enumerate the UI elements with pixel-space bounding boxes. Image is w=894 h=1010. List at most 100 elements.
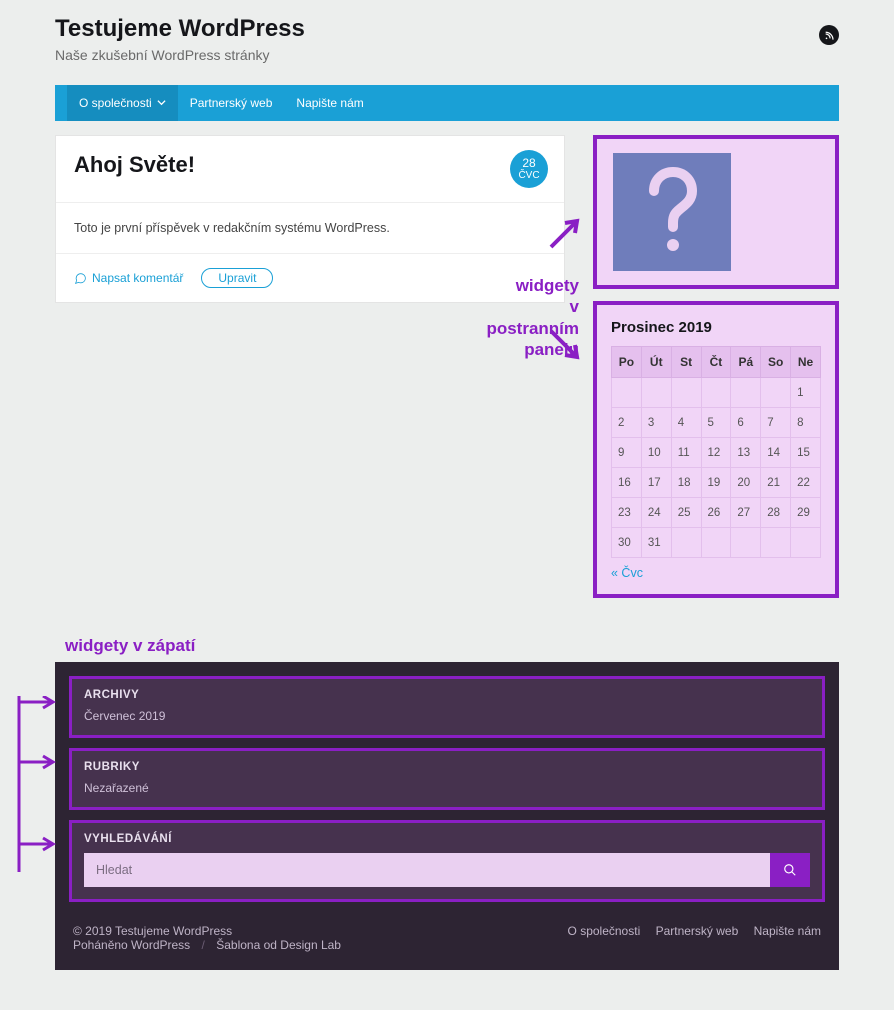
separator: / — [202, 938, 205, 952]
calendar-cell[interactable]: 10 — [641, 438, 671, 468]
post-date-month: ČVC — [518, 171, 539, 181]
calendar-cell[interactable]: 13 — [731, 438, 761, 468]
comment-link[interactable]: Napsat komentář — [74, 271, 183, 285]
calendar-cell[interactable]: 5 — [701, 408, 731, 438]
placeholder-image — [613, 153, 731, 271]
calendar-day-header: Ne — [791, 347, 821, 378]
footer-widget-search: VYHLEDÁVÁNÍ — [69, 820, 825, 902]
category-link[interactable]: Nezařazené — [84, 781, 810, 795]
calendar-cell[interactable]: 4 — [671, 408, 701, 438]
calendar-cell[interactable]: 27 — [731, 498, 761, 528]
annotation-arrow-icon — [547, 327, 581, 361]
calendar-cell[interactable]: 1 — [791, 378, 821, 408]
calendar-cell — [612, 378, 642, 408]
footer-nav-link[interactable]: Partnerský web — [656, 924, 739, 938]
calendar-cell[interactable]: 31 — [641, 528, 671, 558]
calendar-day-header: Čt — [701, 347, 731, 378]
sidebar-widget-calendar: Prosinec 2019 PoÚtStČtPáSoNe 12345678910… — [593, 301, 839, 598]
calendar-day-header: Pá — [731, 347, 761, 378]
calendar-day-header: So — [761, 347, 791, 378]
footer-widget-categories: RUBRIKY Nezařazené — [69, 748, 825, 810]
annotation-footer-text: widgety v zápatí — [65, 636, 839, 656]
post-date-day: 28 — [522, 157, 535, 169]
calendar-cell[interactable]: 11 — [671, 438, 701, 468]
calendar-cell[interactable]: 18 — [671, 468, 701, 498]
rss-icon[interactable] — [819, 25, 839, 45]
annotation-text: widgety — [516, 276, 579, 295]
calendar-table: PoÚtStČtPáSoNe 1234567891011121314151617… — [611, 346, 821, 558]
calendar-cell — [791, 528, 821, 558]
calendar-cell[interactable]: 19 — [701, 468, 731, 498]
nav-item-label: O společnosti — [79, 96, 152, 110]
calendar-cell[interactable]: 14 — [761, 438, 791, 468]
nav-item-about[interactable]: O společnosti — [67, 85, 178, 121]
copyright-text: © 2019 Testujeme WordPress — [73, 924, 341, 938]
calendar-cell[interactable]: 30 — [612, 528, 642, 558]
archive-link[interactable]: Červenec 2019 — [84, 709, 810, 723]
widget-title: RUBRIKY — [84, 761, 810, 773]
calendar-day-header: Út — [641, 347, 671, 378]
calendar-cell[interactable]: 15 — [791, 438, 821, 468]
calendar-day-header: St — [671, 347, 701, 378]
widget-title: VYHLEDÁVÁNÍ — [84, 833, 810, 845]
annotation-footer-bracket-icon — [11, 696, 57, 896]
footer-nav-link[interactable]: O společnosti — [568, 924, 641, 938]
powered-by-link[interactable]: Poháněno WordPress — [73, 938, 190, 952]
edit-button[interactable]: Upravit — [201, 268, 273, 288]
comment-label: Napsat komentář — [92, 271, 183, 285]
calendar-cell[interactable]: 16 — [612, 468, 642, 498]
calendar-cell[interactable]: 8 — [791, 408, 821, 438]
calendar-cell[interactable]: 17 — [641, 468, 671, 498]
calendar-cell[interactable]: 2 — [612, 408, 642, 438]
site-title[interactable]: Testujeme WordPress — [55, 15, 305, 43]
calendar-cell — [761, 378, 791, 408]
footer-nav-link[interactable]: Napište nám — [754, 924, 821, 938]
calendar-cell — [671, 528, 701, 558]
calendar-prev-link[interactable]: « Čvc — [611, 566, 821, 580]
calendar-cell — [761, 528, 791, 558]
footer-widget-archives: ARCHIVY Červenec 2019 — [69, 676, 825, 738]
calendar-cell[interactable]: 21 — [761, 468, 791, 498]
sidebar-widget-image — [593, 135, 839, 289]
post-body: Toto je první příspěvek v redakčním syst… — [56, 203, 564, 254]
calendar-cell — [671, 378, 701, 408]
comment-icon — [74, 272, 87, 285]
calendar-title: Prosinec 2019 — [611, 319, 821, 336]
calendar-cell — [641, 378, 671, 408]
calendar-cell[interactable]: 22 — [791, 468, 821, 498]
search-input[interactable] — [84, 853, 770, 887]
calendar-cell[interactable]: 29 — [791, 498, 821, 528]
chevron-down-icon — [157, 96, 166, 110]
main-nav: O společnosti Partnerský web Napište nám — [55, 85, 839, 121]
calendar-cell — [701, 378, 731, 408]
search-icon — [783, 863, 797, 877]
nav-item-contact[interactable]: Napište nám — [284, 85, 375, 121]
footer-credits: © 2019 Testujeme WordPress Poháněno Word… — [69, 912, 825, 956]
calendar-cell[interactable]: 3 — [641, 408, 671, 438]
footer: ARCHIVY Červenec 2019 RUBRIKY Nezařazené… — [55, 662, 839, 970]
calendar-cell[interactable]: 26 — [701, 498, 731, 528]
calendar-cell[interactable]: 20 — [731, 468, 761, 498]
calendar-cell — [701, 528, 731, 558]
calendar-cell[interactable]: 23 — [612, 498, 642, 528]
site-tagline: Naše zkušební WordPress stránky — [55, 47, 305, 63]
post-date-badge: 28 ČVC — [510, 150, 548, 188]
calendar-cell[interactable]: 25 — [671, 498, 701, 528]
calendar-cell[interactable]: 28 — [761, 498, 791, 528]
post-title[interactable]: Ahoj Světe! — [74, 152, 546, 178]
calendar-cell[interactable]: 6 — [731, 408, 761, 438]
widget-title: ARCHIVY — [84, 689, 810, 701]
search-button[interactable] — [770, 853, 810, 887]
nav-item-label: Partnerský web — [190, 96, 273, 110]
calendar-cell[interactable]: 12 — [701, 438, 731, 468]
annotation-arrow-icon — [547, 217, 581, 251]
calendar-cell — [731, 378, 761, 408]
calendar-cell[interactable]: 7 — [761, 408, 791, 438]
calendar-cell[interactable]: 24 — [641, 498, 671, 528]
calendar-cell — [731, 528, 761, 558]
calendar-day-header: Po — [612, 347, 642, 378]
nav-item-label: Napište nám — [296, 96, 363, 110]
calendar-cell[interactable]: 9 — [612, 438, 642, 468]
nav-item-partner[interactable]: Partnerský web — [178, 85, 285, 121]
theme-link[interactable]: Šablona od Design Lab — [216, 938, 341, 952]
